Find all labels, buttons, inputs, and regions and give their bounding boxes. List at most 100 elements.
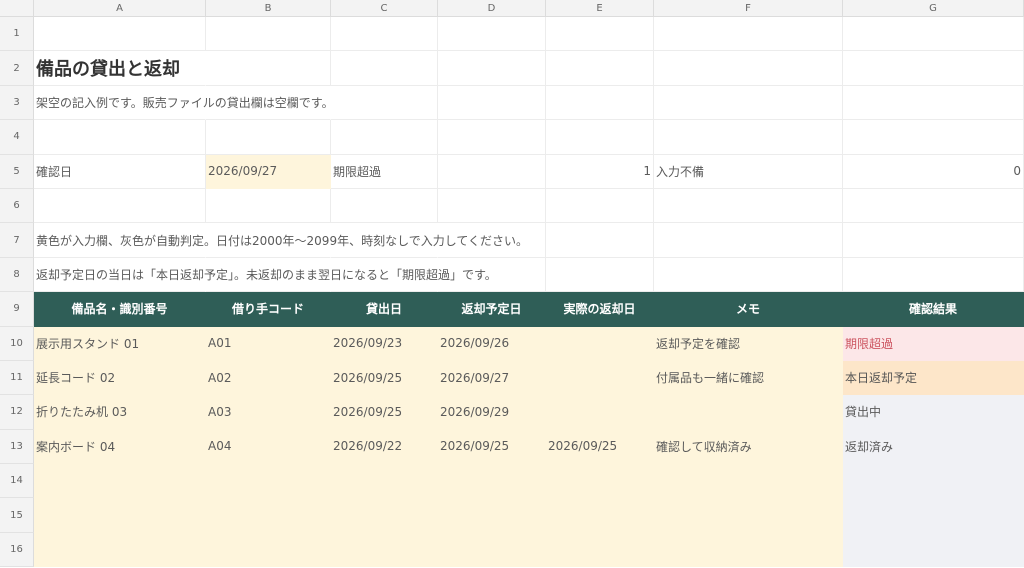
row-header-16[interactable]: 16 [0, 532, 34, 568]
overdue-label[interactable]: 期限超過 [331, 154, 438, 189]
table-cell-due-date[interactable] [438, 464, 546, 499]
table-cell-return-date[interactable] [546, 464, 654, 499]
cell-b1[interactable] [206, 17, 331, 52]
row-header-4[interactable]: 4 [0, 120, 34, 155]
table-header-borrower[interactable]: 借り手コード [206, 292, 331, 327]
table-cell-item[interactable]: 折りたたみ机 03 [34, 395, 206, 430]
cell-e7[interactable] [546, 223, 654, 258]
table-header-return-date[interactable]: 実際の返却日 [546, 292, 654, 327]
cell-a1[interactable] [34, 17, 206, 52]
table-cell-lend-date[interactable] [331, 464, 438, 499]
table-cell-borrower[interactable] [206, 498, 331, 533]
table-cell-due-date[interactable] [438, 532, 546, 568]
row-header-13[interactable]: 13 [0, 429, 34, 465]
table-cell-item[interactable] [34, 532, 206, 568]
missing-label[interactable]: 入力不備 [654, 154, 843, 189]
column-header-d[interactable]: D [438, 0, 546, 17]
row-header-7[interactable]: 7 [0, 223, 34, 258]
table-cell-due-date[interactable]: 2026/09/27 [438, 360, 546, 396]
cell-b6[interactable] [206, 188, 331, 224]
table-cell-borrower[interactable]: A04 [206, 429, 331, 465]
table-cell-return-date[interactable] [546, 395, 654, 430]
cell-f3[interactable] [654, 85, 843, 121]
table-cell-memo[interactable]: 付属品も一緒に確認 [654, 360, 843, 396]
column-header-b[interactable]: B [206, 0, 331, 17]
cell-d2[interactable] [438, 51, 546, 86]
table-cell-item[interactable]: 延長コード 02 [34, 360, 206, 396]
column-header-g[interactable]: G [843, 0, 1024, 17]
table-cell-memo[interactable] [654, 498, 843, 533]
cell-d5[interactable] [438, 154, 546, 189]
row-header-14[interactable]: 14 [0, 464, 34, 499]
cell-d1[interactable] [438, 17, 546, 52]
cell-f8[interactable] [654, 257, 843, 293]
table-header-status[interactable]: 確認結果 [843, 292, 1024, 327]
column-header-c[interactable]: C [331, 0, 438, 17]
table-cell-return-date[interactable] [546, 498, 654, 533]
row-header-9[interactable]: 9 [0, 292, 34, 327]
cell-g3[interactable] [843, 85, 1024, 121]
cell-e2[interactable] [546, 51, 654, 86]
status-badge[interactable] [843, 498, 1024, 533]
table-cell-due-date[interactable]: 2026/09/29 [438, 395, 546, 430]
cell-f1[interactable] [654, 17, 843, 52]
table-cell-return-date[interactable] [546, 532, 654, 568]
cell-d4[interactable] [438, 120, 546, 155]
overdue-count[interactable]: 1 [546, 154, 654, 189]
table-header-item[interactable]: 備品名・識別番号 [34, 292, 206, 327]
cell-g6[interactable] [843, 188, 1024, 224]
table-cell-lend-date[interactable] [331, 532, 438, 568]
cell-g1[interactable] [843, 17, 1024, 52]
status-badge[interactable]: 貸出中 [843, 395, 1024, 430]
table-cell-due-date[interactable]: 2026/09/26 [438, 326, 546, 361]
row-header-12[interactable]: 12 [0, 395, 34, 430]
cell-c1[interactable] [331, 17, 438, 52]
cell-e4[interactable] [546, 120, 654, 155]
table-cell-return-date[interactable]: 2026/09/25 [546, 429, 654, 465]
cell-b3[interactable] [206, 86, 331, 121]
table-cell-lend-date[interactable]: 2026/09/25 [331, 395, 438, 430]
cell-c4[interactable] [331, 120, 438, 155]
table-cell-memo[interactable]: 返却予定を確認 [654, 326, 843, 361]
table-cell-item[interactable] [34, 464, 206, 499]
cell-g8[interactable] [843, 257, 1024, 293]
table-cell-borrower[interactable]: A01 [206, 326, 331, 361]
status-badge[interactable]: 期限超過 [843, 326, 1024, 361]
table-cell-lend-date[interactable]: 2026/09/22 [331, 429, 438, 465]
cell-f6[interactable] [654, 188, 843, 224]
table-cell-lend-date[interactable] [331, 498, 438, 533]
table-cell-borrower[interactable]: A03 [206, 395, 331, 430]
table-cell-item[interactable]: 展示用スタンド 01 [34, 326, 206, 361]
table-header-lend-date[interactable]: 貸出日 [331, 292, 438, 327]
cell-e3[interactable] [546, 85, 654, 121]
note-input-colors[interactable]: 黄色が入力欄、灰色が自動判定。日付は2000年〜2099年、時刻なしで入力してく… [34, 223, 528, 258]
table-cell-memo[interactable] [654, 464, 843, 499]
check-date-label[interactable]: 確認日 [34, 154, 206, 189]
table-cell-due-date[interactable]: 2026/09/25 [438, 429, 546, 465]
status-badge[interactable] [843, 464, 1024, 499]
cell-c6[interactable] [331, 188, 438, 224]
row-header-11[interactable]: 11 [0, 360, 34, 396]
row-header-10[interactable]: 10 [0, 326, 34, 361]
cell-g2[interactable] [843, 51, 1024, 86]
status-badge[interactable]: 返却済み [843, 429, 1024, 465]
check-date-input[interactable]: 2026/09/27 [206, 154, 331, 189]
cell-g7[interactable] [843, 223, 1024, 258]
table-cell-lend-date[interactable]: 2026/09/25 [331, 360, 438, 396]
cell-e8[interactable] [546, 257, 654, 293]
cell-g4[interactable] [843, 120, 1024, 155]
note-return-rules[interactable]: 返却予定日の当日は「本日返却予定」。未返却のまま翌日になると「期限超過」です。 [34, 258, 497, 293]
row-header-8[interactable]: 8 [0, 257, 34, 293]
cell-b2[interactable] [206, 51, 331, 86]
cell-c3[interactable] [331, 85, 438, 121]
table-cell-due-date[interactable] [438, 498, 546, 533]
cell-d6[interactable] [438, 188, 546, 224]
table-header-due-date[interactable]: 返却予定日 [438, 292, 546, 327]
table-cell-item[interactable]: 案内ボード 04 [34, 429, 206, 465]
status-badge[interactable]: 本日返却予定 [843, 360, 1024, 396]
table-cell-return-date[interactable] [546, 326, 654, 361]
cell-a4[interactable] [34, 120, 206, 155]
table-cell-borrower[interactable] [206, 464, 331, 499]
cell-b7[interactable] [206, 223, 331, 258]
row-header-2[interactable]: 2 [0, 51, 34, 86]
